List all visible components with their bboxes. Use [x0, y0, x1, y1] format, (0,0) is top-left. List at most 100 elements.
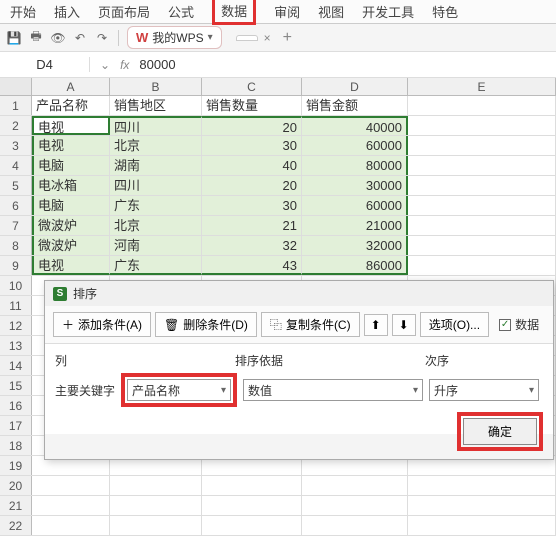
cell[interactable] [110, 496, 202, 515]
tab-start[interactable]: 开始 [10, 2, 36, 21]
row-header[interactable]: 9 [0, 256, 32, 275]
add-condition-button[interactable]: ＋添加条件(A) [53, 312, 151, 337]
cell[interactable]: 销售金额 [302, 96, 408, 115]
col-header-d[interactable]: D [302, 78, 408, 95]
cell[interactable]: 电脑 [32, 196, 110, 215]
cell[interactable]: 32 [202, 236, 302, 255]
cell[interactable]: 微波炉 [32, 236, 110, 255]
cell[interactable] [408, 236, 556, 255]
redo-icon[interactable]: ↷ [94, 30, 110, 46]
cell[interactable]: 32000 [302, 236, 408, 255]
cell[interactable]: 80000 [302, 156, 408, 175]
cell[interactable]: 40 [202, 156, 302, 175]
row-header[interactable]: 16 [0, 396, 32, 415]
row-header[interactable]: 22 [0, 516, 32, 535]
name-box[interactable]: D4 [0, 57, 90, 72]
row-header[interactable]: 15 [0, 376, 32, 395]
formula-input[interactable]: 80000 [139, 57, 175, 72]
tab-data[interactable]: 数据 [212, 0, 256, 25]
new-tab-icon[interactable]: + [283, 29, 292, 47]
cell[interactable]: 60000 [302, 196, 408, 215]
row-header[interactable]: 4 [0, 156, 32, 175]
row-header[interactable]: 7 [0, 216, 32, 235]
move-up-button[interactable]: ⬆ [364, 314, 388, 336]
cell[interactable]: 30000 [302, 176, 408, 195]
cell[interactable] [110, 476, 202, 495]
cell[interactable]: 20 [202, 176, 302, 195]
cell[interactable]: 广东 [110, 196, 202, 215]
col-header-e[interactable]: E [408, 78, 556, 95]
cell[interactable]: 河南 [110, 236, 202, 255]
row-header[interactable]: 6 [0, 196, 32, 215]
row-header[interactable]: 18 [0, 436, 32, 455]
document-tab[interactable] [236, 35, 258, 41]
cell[interactable] [408, 476, 556, 495]
tab-special[interactable]: 特色 [432, 2, 458, 21]
cell[interactable]: 21 [202, 216, 302, 235]
row-header[interactable]: 12 [0, 316, 32, 335]
delete-condition-button[interactable]: 🗑删除条件(D) [155, 312, 257, 337]
cell[interactable]: 20 [202, 116, 302, 135]
save-icon[interactable]: 💾 [6, 30, 22, 46]
cell[interactable] [302, 516, 408, 535]
cell[interactable] [408, 516, 556, 535]
move-down-button[interactable]: ⬇ [392, 314, 416, 336]
row-header[interactable]: 10 [0, 276, 32, 295]
row-header[interactable]: 14 [0, 356, 32, 375]
cell[interactable]: 40000 [302, 116, 408, 135]
select-all-corner[interactable] [0, 78, 32, 95]
cell[interactable]: 四川 [110, 116, 202, 135]
cell[interactable] [408, 496, 556, 515]
sort-order-combo[interactable]: 升序 ▾ [429, 379, 539, 401]
cell[interactable] [408, 96, 556, 115]
tab-layout[interactable]: 页面布局 [98, 2, 150, 21]
row-header[interactable]: 1 [0, 96, 32, 115]
cell[interactable] [302, 496, 408, 515]
cell[interactable]: 四川 [110, 176, 202, 195]
cell[interactable]: 60000 [302, 136, 408, 155]
cell[interactable]: 微波炉 [32, 216, 110, 235]
col-header-b[interactable]: B [110, 78, 202, 95]
cell[interactable]: 30 [202, 136, 302, 155]
row-header[interactable]: 8 [0, 236, 32, 255]
col-header-c[interactable]: C [202, 78, 302, 95]
cell[interactable]: 湖南 [110, 156, 202, 175]
row-header[interactable]: 20 [0, 476, 32, 495]
cell[interactable]: 电脑 [32, 156, 110, 175]
cell[interactable]: 北京 [110, 216, 202, 235]
cell[interactable]: 产品名称 [32, 96, 110, 115]
cell[interactable] [408, 136, 556, 155]
row-header[interactable]: 13 [0, 336, 32, 355]
row-header[interactable]: 17 [0, 416, 32, 435]
options-button[interactable]: 选项(O)... [420, 312, 489, 337]
cell[interactable]: 43 [202, 256, 302, 275]
ok-button[interactable]: 确定 [463, 418, 537, 445]
fx-icon[interactable]: fx [120, 58, 129, 72]
cell[interactable] [408, 116, 556, 135]
row-header[interactable]: 5 [0, 176, 32, 195]
row-header[interactable]: 11 [0, 296, 32, 315]
cell[interactable] [32, 516, 110, 535]
cell[interactable] [408, 176, 556, 195]
tab-view[interactable]: 视图 [318, 2, 344, 21]
print-icon[interactable]: 🖶 [28, 30, 44, 46]
row-header[interactable]: 21 [0, 496, 32, 515]
cell[interactable] [202, 516, 302, 535]
cell[interactable]: 电冰箱 [32, 176, 110, 195]
tab-insert[interactable]: 插入 [54, 2, 80, 21]
copy-condition-button[interactable]: ⿻复制条件(C) [261, 312, 360, 337]
cell[interactable]: 销售地区 [110, 96, 202, 115]
dropdown-icon[interactable]: ⌄ [100, 58, 110, 72]
wps-button[interactable]: W 我的WPS ▾ [127, 26, 222, 49]
cell[interactable] [408, 216, 556, 235]
tab-devtools[interactable]: 开发工具 [362, 2, 414, 21]
sort-column-combo[interactable]: 产品名称 ▾ [127, 379, 231, 401]
cell[interactable]: 21000 [302, 216, 408, 235]
preview-icon[interactable]: 👁 [50, 30, 66, 46]
cell[interactable] [408, 196, 556, 215]
undo-icon[interactable]: ↶ [72, 30, 88, 46]
row-header[interactable]: 3 [0, 136, 32, 155]
cell[interactable] [32, 476, 110, 495]
close-tab-icon[interactable]: × [264, 31, 271, 45]
sort-basis-combo[interactable]: 数值 ▾ [243, 379, 423, 401]
